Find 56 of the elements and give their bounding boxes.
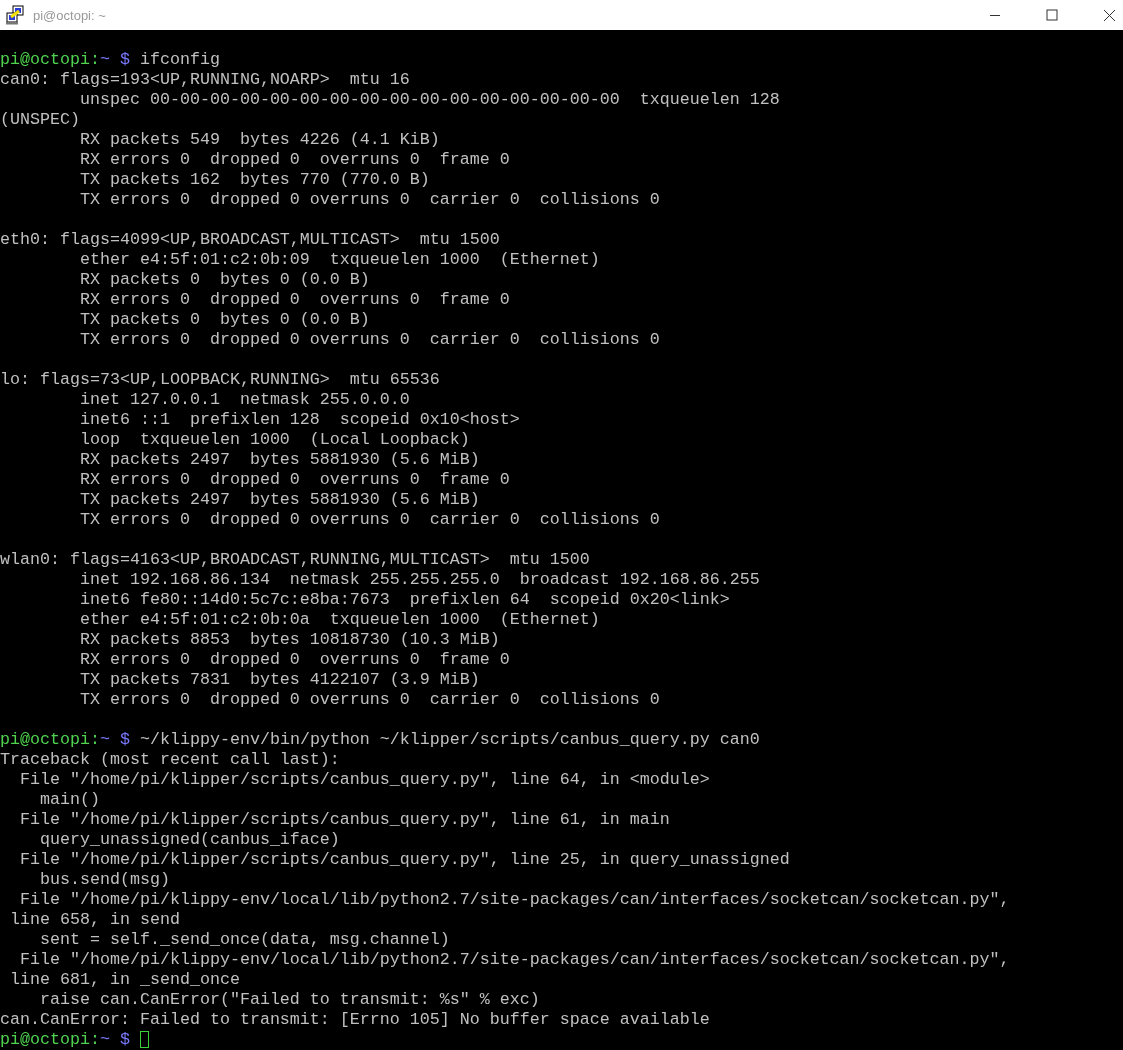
terminal-output-line: File "/home/pi/klipper/scripts/canbus_query.py", line 64, in <module> xyxy=(19,770,711,790)
terminal-output-line: TX errors 0 dropped 0 overruns 0 carrier 0 collisions 0 xyxy=(78,330,661,350)
terminal-output-line: File "/home/pi/klippy-env/local/lib/python2.7/site-packages/can/interfaces/socketcan/socketcan.py", xyxy=(19,950,1011,970)
terminal-output-line: line 658, in send xyxy=(9,910,181,930)
terminal-cursor[interactable] xyxy=(139,1031,149,1048)
terminal-output-line: RX packets 2497 bytes 5881930 (5.6 MiB) xyxy=(78,450,481,470)
terminal-output-line: inet6 fe80::14d0:5c7c:e8ba:7673 prefixlen 64 scopeid 0x20<link> xyxy=(78,590,731,610)
terminal-output-line: File "/home/pi/klipper/scripts/canbus_query.py", line 25, in query_unassigned xyxy=(19,850,791,870)
terminal-output-line: lo: flags=73<UP,LOOPBACK,RUNNING> mtu 65536 xyxy=(0,370,441,390)
terminal-output-line: RX packets 8853 bytes 10818730 (10.3 MiB) xyxy=(78,630,501,650)
maximize-icon[interactable] xyxy=(1046,9,1058,21)
terminal-output-line: query_unassigned(canbus_iface) xyxy=(38,830,341,850)
terminal-output-line: RX packets 0 bytes 0 (0.0 B) xyxy=(78,270,371,290)
terminal-output-line: RX packets 549 bytes 4226 (4.1 KiB) xyxy=(78,130,441,150)
terminal-output-line: RX errors 0 dropped 0 overruns 0 frame 0 xyxy=(78,290,511,310)
terminal-output-line: File "/home/pi/klippy-env/local/lib/python2.7/site-packages/can/interfaces/socketcan/socketcan.py", xyxy=(19,890,1011,910)
terminal-output-line: can0: flags=193<UP,RUNNING,NOARP> mtu 16 xyxy=(0,70,411,90)
path-label: ~ $ xyxy=(99,730,130,749)
terminal-output-line: File "/home/pi/klipper/scripts/canbus_query.py", line 61, in main xyxy=(19,810,671,830)
terminal-output-line: Traceback (most recent call last): xyxy=(0,750,341,770)
command-text: ~/klippy-env/bin/python ~/klipper/scripts/canbus_query.py can0 xyxy=(139,730,760,749)
user-host-label: pi@octopi: xyxy=(0,50,100,69)
terminal-output-line: ether e4:5f:01:c2:0b:0a txqueuelen 1000 (Ethernet) xyxy=(78,610,601,630)
terminal-output-line: ether e4:5f:01:c2:0b:09 txqueuelen 1000 (Ethernet) xyxy=(78,250,601,270)
terminal-output-line: TX errors 0 dropped 0 overruns 0 carrier 0 collisions 0 xyxy=(78,190,661,210)
window-title: pi@octopi: ~ xyxy=(33,7,106,23)
terminal-output-line: inet 192.168.86.134 netmask 255.255.255.0 broadcast 192.168.86.255 xyxy=(78,570,761,590)
terminal-output-line: RX errors 0 dropped 0 overruns 0 frame 0 xyxy=(78,650,511,670)
terminal-output-line: can.CanError: Failed to transmit: [Errno 105] No buffer space available xyxy=(0,1010,711,1030)
terminal-output-line: inet 127.0.0.1 netmask 255.0.0.0 xyxy=(78,390,411,410)
terminal-output-line: inet6 ::1 prefixlen 128 scopeid 0x10<host> xyxy=(78,410,521,430)
terminal-output-line: loop txqueuelen 1000 (Local Loopback) xyxy=(78,430,471,450)
terminal-output-line: bus.send(msg) xyxy=(38,870,171,890)
terminal-output-line: sent = self._send_once(data, msg.channel) xyxy=(38,930,451,950)
terminal-output-line: TX packets 2497 bytes 5881930 (5.6 MiB) xyxy=(78,490,481,510)
terminal-output-line: TX packets 7831 bytes 4122107 (3.9 MiB) xyxy=(78,670,481,690)
terminal-output-line: (UNSPEC) xyxy=(0,110,81,130)
terminal-output-line: TX errors 0 dropped 0 overruns 0 carrier 0 collisions 0 xyxy=(78,510,661,530)
terminal-output-line: RX errors 0 dropped 0 overruns 0 frame 0 xyxy=(78,470,511,490)
path-label: ~ $ xyxy=(99,1030,130,1049)
terminal-output-line: raise can.CanError("Failed to transmit: %s" % exc) xyxy=(38,990,541,1010)
user-host-label: pi@octopi: xyxy=(0,730,100,749)
terminal-output-line: TX packets 162 bytes 770 (770.0 B) xyxy=(78,170,431,190)
user-host-label: pi@octopi: xyxy=(0,1030,100,1049)
computers-icon xyxy=(5,5,25,25)
terminal-output-line: wlan0: flags=4163<UP,BROADCAST,RUNNING,MULTICAST> mtu 1500 xyxy=(0,550,591,570)
close-icon[interactable] xyxy=(1103,8,1116,22)
terminal-output-line: eth0: flags=4099<UP,BROADCAST,MULTICAST> mtu 1500 xyxy=(0,230,501,250)
terminal-output-line: TX errors 0 dropped 0 overruns 0 carrier 0 collisions 0 xyxy=(78,690,661,710)
terminal-output-line: main() xyxy=(38,790,101,810)
terminal-output-line: TX packets 0 bytes 0 (0.0 B) xyxy=(78,310,371,330)
command-text: ifconfig xyxy=(139,50,220,69)
terminal-output-line: line 681, in _send_once xyxy=(9,970,241,990)
path-label: ~ $ xyxy=(99,50,130,69)
terminal-output-line: RX errors 0 dropped 0 overruns 0 frame 0 xyxy=(78,150,511,170)
terminal-output-line: unspec 00-00-00-00-00-00-00-00-00-00-00-00-00-00-00-00 txqueuelen 128 xyxy=(78,90,781,110)
